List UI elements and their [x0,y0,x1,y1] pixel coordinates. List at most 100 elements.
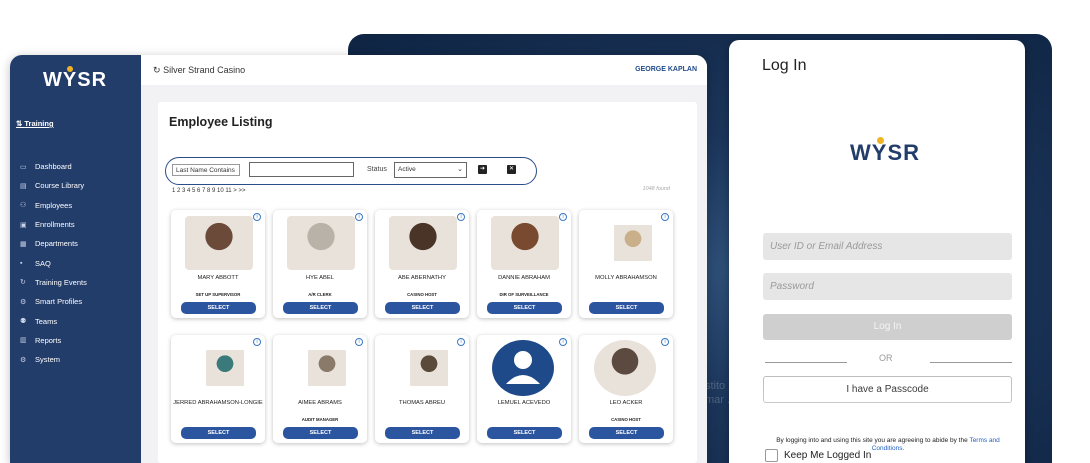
sidebar-section-training[interactable]: ⇅ Training [16,119,54,128]
employee-name: LEO ACKER [609,400,643,406]
sidebar-item-reports[interactable]: ▥ Reports [20,331,87,350]
employee-name: ABE ABERNATHY [398,275,446,281]
employee-name: MARY ABBOTT [197,275,239,281]
login-title: Log In [762,57,807,74]
clear-button[interactable]: ✕ [507,165,516,174]
employee-name: MOLLY ABRAHAMSON [595,275,657,281]
sidebar-item-label: Reports [35,335,62,345]
info-icon[interactable]: i [559,213,567,221]
passcode-button[interactable]: I have a Passcode [763,376,1012,403]
employee-role: CASINO HOST [611,417,641,422]
select-button[interactable]: SELECT [283,427,358,439]
sidebar-item-label: Training Events [35,277,87,287]
info-icon[interactable]: i [355,338,363,346]
filter-bar: Last Name Contains Status Active ⌄ ➜ ✕ [165,157,537,185]
user-id-input[interactable]: User ID or Email Address [763,233,1012,260]
login-logo: WYSR [850,140,921,165]
sidebar-item-departments[interactable]: ▦ Departments [20,234,87,253]
sidebar-item-label: Smart Profiles [35,297,83,307]
select-button[interactable]: SELECT [589,427,664,439]
status-select[interactable]: Active ⌄ [394,162,467,178]
reports-icon: ▥ [20,337,27,345]
employee-name: THOMAS ABREU [398,400,446,406]
select-button[interactable]: SELECT [487,427,562,439]
password-input[interactable]: Password [763,273,1012,300]
last-name-input[interactable] [249,162,354,177]
sidebar-item-teams[interactable]: ⚉ Teams [20,311,87,330]
employee-card: i LEO ACKER CASINO HOST SELECT [579,335,673,443]
employee-photo [308,350,346,386]
main-content: ↻ Silver Strand Casino GEORGE KAPLAN Emp… [141,55,707,463]
info-icon[interactable]: i [253,338,261,346]
employee-card: i HYE ABEL A/R CLERK SELECT [273,210,367,318]
employee-role: A/R CLERK [308,292,332,297]
sidebar-item-training-events[interactable]: ↻ Training Events [20,273,87,292]
or-label: OR [879,353,893,363]
sidebar-item-saq[interactable]: ▪ SAQ [20,253,87,272]
sidebar-item-label: Enrollments [35,220,75,230]
page-title: Employee Listing [169,115,273,129]
employee-card: i JERRED ABRAHAMSON-LONGIE SELECT [171,335,265,443]
sidebar-item-employees[interactable]: ⚇ Employees [20,196,87,215]
refresh-icon: ↻ [153,65,161,75]
background-text: mar . [705,394,731,406]
info-icon[interactable]: i [253,213,261,221]
employee-photo [287,216,355,270]
sidebar-item-label: Departments [35,239,78,249]
status-label: Status [367,166,387,173]
sidebar-item-dashboard[interactable]: ▭ Dashboard [20,157,87,176]
employee-name: JERRED ABRAHAMSON-LONGIE [173,400,263,406]
info-icon[interactable]: i [355,213,363,221]
employee-card: i ABE ABERNATHY CASINO HOST SELECT [375,210,469,318]
info-icon[interactable]: i [661,338,669,346]
employee-photo [410,350,448,386]
employee-role: CASINO HOST [407,292,437,297]
library-icon: ▤ [20,182,27,190]
employee-photo [492,340,554,396]
system-icon: ⚙ [20,356,27,364]
employee-card: i AIMEE ABRAMS AUDIT MANAGER SELECT [273,335,367,443]
employee-name: LEMUEL ACEVEDO [497,400,551,406]
departments-icon: ▦ [20,240,27,248]
profiles-icon: ⚙ [20,298,27,306]
keep-logged-in[interactable]: Keep Me Logged In [765,449,871,462]
select-button[interactable]: SELECT [283,302,358,314]
pagination[interactable]: 1 2 3 4 5 6 7 8 9 10 11 > >> [172,188,245,194]
info-icon[interactable]: i [559,338,567,346]
employee-card: i DANNIE ABRAHAM DIR OF SURVEILLANCE SELECT [477,210,571,318]
saq-icon: ▪ [20,259,23,267]
user-menu[interactable]: GEORGE KAPLAN [635,66,697,73]
select-button[interactable]: SELECT [589,302,664,314]
employee-name: DANNIE ABRAHAM [498,275,550,281]
employee-photo [614,225,652,261]
divider [930,362,1012,363]
login-button[interactable]: Log In [763,314,1012,340]
info-icon[interactable]: i [457,338,465,346]
select-button[interactable]: SELECT [181,302,256,314]
sidebar-item-enrollments[interactable]: ▣ Enrollments [20,215,87,234]
teams-icon: ⚉ [20,318,27,326]
filter-type-select[interactable]: Last Name Contains [172,164,240,176]
sidebar-item-label: Teams [35,316,58,326]
employee-role: AUDIT MANAGER [301,417,339,422]
employee-listing-window: WYSR ⇅ Training ▭ Dashboard ▤ Course Librar… [10,55,707,463]
employee-card: i MOLLY ABRAHAMSON SELECT [579,210,673,318]
chevron-down-icon: ⌄ [457,166,463,173]
employee-role: DIR OF SURVEILLANCE [499,292,549,297]
sidebar-item-smart-profiles[interactable]: ⚙ Smart Profiles [20,292,87,311]
select-button[interactable]: SELECT [181,427,256,439]
employee-card: i THOMAS ABREU SELECT [375,335,469,443]
select-button[interactable]: SELECT [385,302,460,314]
sidebar-item-label: SAQ [35,258,51,268]
sidebar-item-system[interactable]: ⚙ System [20,350,87,369]
casino-selector[interactable]: ↻ Silver Strand Casino [153,65,245,76]
info-icon[interactable]: i [457,213,465,221]
sidebar-item-course-library[interactable]: ▤ Course Library [20,176,87,195]
search-button[interactable]: ➜ [478,165,487,174]
info-icon[interactable]: i [661,213,669,221]
enrollments-icon: ▣ [20,221,27,229]
select-button[interactable]: SELECT [385,427,460,439]
keep-logged-in-checkbox[interactable] [765,449,778,462]
app-logo[interactable]: WYSR [43,69,107,92]
select-button[interactable]: SELECT [487,302,562,314]
